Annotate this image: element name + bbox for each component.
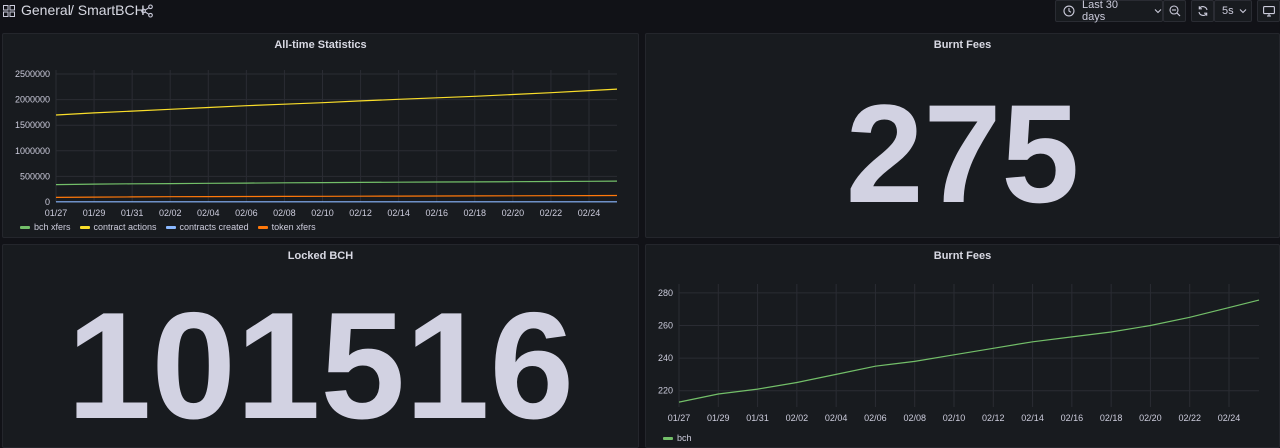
dashboards-grid-icon[interactable] <box>3 5 15 17</box>
legend-swatch <box>79 225 90 229</box>
y-tick-label: 1000000 <box>15 146 50 156</box>
time-range-label: Last 30 days <box>1081 0 1119 23</box>
x-tick-label: 02/18 <box>1100 413 1123 423</box>
share-icon[interactable] <box>141 4 153 18</box>
x-tick-label: 02/10 <box>943 413 966 423</box>
x-tick-label: 02/08 <box>273 208 296 218</box>
x-tick-label: 02/12 <box>349 208 372 218</box>
chart-legend: bch xfers contract actions contracts cre… <box>20 222 325 232</box>
tv-mode-button[interactable] <box>1257 0 1280 22</box>
x-tick-label: 02/02 <box>786 413 809 423</box>
refresh-icon <box>1197 6 1208 16</box>
x-tick-label: 02/14 <box>1021 413 1044 423</box>
y-tick-label: 260 <box>658 320 673 330</box>
x-tick-label: 02/02 <box>159 208 182 218</box>
y-tick-label: 280 <box>658 288 673 298</box>
breadcrumb-dashboard-title[interactable]: / SmartBCH <box>70 2 145 18</box>
legend-item-bch[interactable]: bch <box>663 433 692 443</box>
x-tick-label: 02/14 <box>387 208 410 218</box>
panel-burnt-fees-chart: Burnt Fees 220 240 260 280 01/27 01/29 01/31 02… <box>645 244 1280 448</box>
y-tick-label: 2500000 <box>15 69 50 79</box>
legend-item-contract-actions[interactable]: contract actions <box>79 222 157 232</box>
chevron-down-icon <box>1154 9 1162 14</box>
legend-swatch <box>165 225 176 229</box>
zoom-out-button[interactable] <box>1163 0 1186 22</box>
series-line-bch-xfers <box>55 180 618 186</box>
x-tick-label: 01/31 <box>746 413 769 423</box>
all-time-statistics-chart[interactable]: 0 500000 1000000 1500000 2000000 2500000 01/27… <box>3 34 640 239</box>
clock-icon <box>1063 5 1075 17</box>
y-tick-label: 0 <box>45 197 50 207</box>
x-tick-label: 02/16 <box>1061 413 1084 423</box>
x-tick-label: 02/18 <box>464 208 487 218</box>
x-tick-label: 01/29 <box>707 413 730 423</box>
x-tick-label: 01/29 <box>83 208 106 218</box>
y-tick-label: 2000000 <box>15 95 50 105</box>
x-tick-label: 02/22 <box>1178 413 1201 423</box>
series-line-contract-actions <box>55 88 618 116</box>
top-bar: General / SmartBCH Last 30 days 5s <box>0 0 1280 28</box>
x-tick-label: 02/24 <box>578 208 601 218</box>
refresh-button[interactable] <box>1191 0 1214 22</box>
x-tick-label: 02/08 <box>903 413 926 423</box>
legend-item-bch-xfers[interactable]: bch xfers <box>20 222 71 232</box>
legend-label: bch <box>677 433 692 443</box>
panel-title: Burnt Fees <box>933 39 992 51</box>
x-tick-label: 01/27 <box>668 413 691 423</box>
burnt-fees-chart[interactable]: 220 240 260 280 01/27 01/29 01/31 02/02 02/04 02/… <box>646 245 1280 448</box>
panel-title: Locked BCH <box>287 250 354 262</box>
y-tick-label: 220 <box>658 386 673 396</box>
legend-swatch <box>257 225 268 229</box>
x-tick-label: 01/31 <box>121 208 144 218</box>
panel-locked-bch: Locked BCH 101516 <box>2 244 639 448</box>
y-tick-label: 240 <box>658 353 673 363</box>
legend-swatch <box>20 225 30 229</box>
locked-bch-value: 101516 <box>66 281 575 448</box>
panel-burnt-fees-stat: Burnt Fees 275 <box>645 33 1280 238</box>
series-line-bch <box>678 299 1260 403</box>
refresh-interval-picker[interactable]: 5s <box>1214 0 1252 22</box>
x-tick-label: 02/04 <box>197 208 220 218</box>
legend-item-contracts-created[interactable]: contracts created <box>165 222 249 232</box>
x-tick-label: 02/20 <box>1139 413 1162 423</box>
legend-label: bch xfers <box>34 222 71 232</box>
monitor-icon <box>1262 5 1275 17</box>
refresh-interval-label: 5s <box>1222 5 1234 17</box>
x-tick-label: 02/04 <box>825 413 848 423</box>
legend-label: token xfers <box>271 222 316 232</box>
legend-label: contract actions <box>93 222 157 232</box>
chevron-down-icon <box>1239 9 1247 14</box>
y-tick-label: 500000 <box>20 171 50 181</box>
x-tick-label: 02/10 <box>311 208 334 218</box>
x-tick-label: 02/06 <box>864 413 887 423</box>
x-tick-label: 02/12 <box>982 413 1005 423</box>
x-tick-label: 02/24 <box>1218 413 1241 423</box>
zoom-out-icon <box>1168 5 1180 17</box>
x-tick-label: 02/22 <box>540 208 563 218</box>
breadcrumb-folder[interactable]: General <box>21 2 71 18</box>
x-tick-label: 01/27 <box>45 208 68 218</box>
time-range-picker[interactable]: Last 30 days <box>1055 0 1163 23</box>
burnt-fees-value: 275 <box>845 75 1080 232</box>
panel-all-time-statistics: All-time Statistics 0 500000 1000000 150000… <box>2 33 639 238</box>
x-tick-label: 02/16 <box>425 208 448 218</box>
series-line-token-xfers <box>55 194 618 198</box>
x-tick-label: 02/20 <box>502 208 525 218</box>
x-tick-label: 02/06 <box>235 208 258 218</box>
chart-legend: bch <box>663 433 701 443</box>
y-tick-label: 1500000 <box>15 120 50 130</box>
legend-swatch <box>663 436 673 440</box>
legend-item-token-xfers[interactable]: token xfers <box>257 222 316 232</box>
legend-label: contracts created <box>179 222 249 232</box>
